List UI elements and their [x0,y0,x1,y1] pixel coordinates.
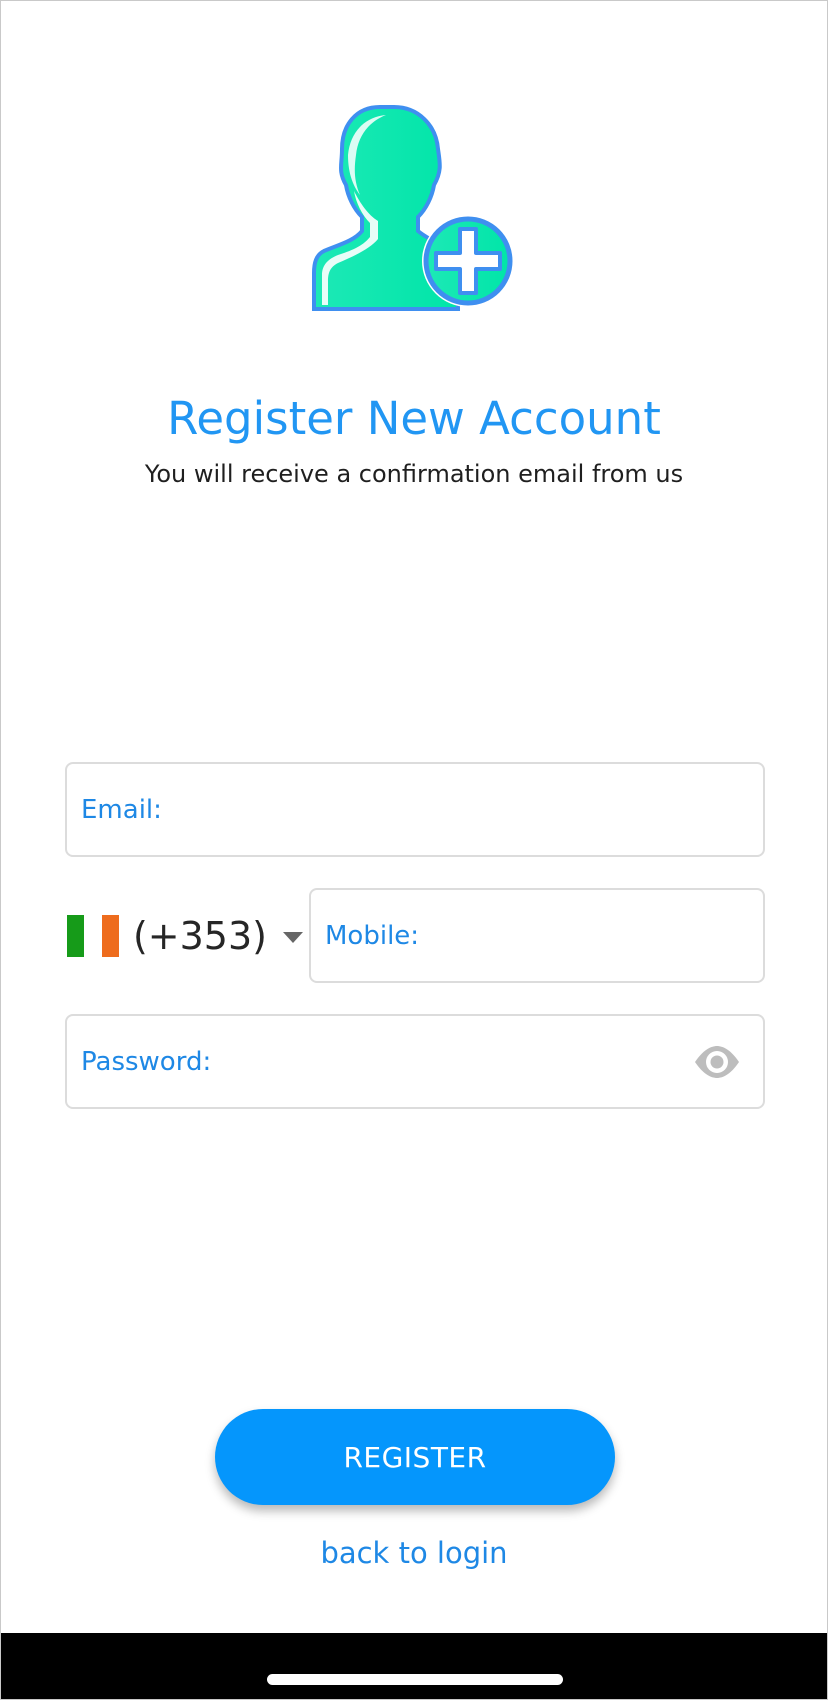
page-subtitle: You will receive a confirmation email fr… [144,460,684,488]
mobile-field[interactable] [309,888,765,983]
password-field[interactable] [65,1014,765,1109]
ireland-flag-icon [67,915,119,957]
email-input[interactable] [67,764,763,855]
register-button[interactable]: REGISTER [215,1409,615,1505]
eye-icon[interactable] [693,1045,741,1079]
mobile-input[interactable] [311,890,763,981]
home-indicator[interactable] [267,1674,563,1685]
add-user-icon [312,105,514,311]
email-field[interactable] [65,762,765,857]
back-to-login-link[interactable]: back to login [1,1533,827,1573]
country-code: (+353) [132,914,267,958]
country-code-picker[interactable]: (+353) [67,899,303,973]
system-bottom-bar [1,1633,827,1699]
register-screen: Register New Account You will receive a … [0,0,828,1700]
page-title: Register New Account [167,392,661,445]
chevron-down-icon[interactable] [283,931,303,943]
password-input[interactable] [67,1016,693,1107]
